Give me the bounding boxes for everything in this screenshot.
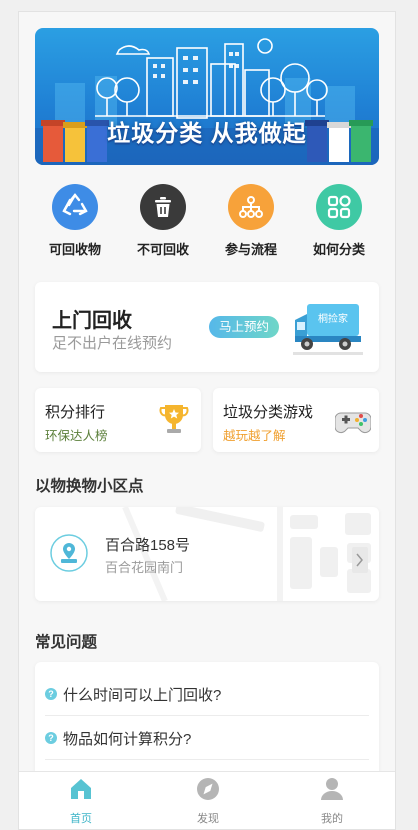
exchange-address: 百合路158号 — [105, 537, 191, 554]
door-pickup-card[interactable]: 上门回收 足不出户在线预约 马上预约 桐捡家 — [35, 282, 379, 372]
category-non-recyclable[interactable]: 不可回收 — [123, 184, 203, 258]
pickup-subtitle: 足不出户在线预约 — [52, 335, 173, 352]
category-process[interactable]: 参与流程 — [211, 184, 291, 258]
category-label: 参与流程 — [224, 242, 277, 257]
sorting-game-card[interactable]: 垃圾分类游戏 越玩越了解 — [213, 388, 379, 452]
tab-home[interactable]: 首页 — [41, 776, 121, 826]
game-title: 垃圾分类游戏 — [223, 404, 314, 421]
game-subtitle: 越玩越了解 — [223, 429, 286, 443]
faq-question: 物品如何计算积分? — [63, 731, 192, 748]
question-icon: ? — [45, 732, 57, 744]
tab-discover[interactable]: 发现 — [168, 776, 248, 826]
category-label: 可回收物 — [48, 242, 101, 257]
tab-label: 我的 — [321, 813, 343, 825]
exchange-point-card[interactable]: 百合路158号 百合花园南门 — [35, 507, 379, 601]
category-shortcuts: 可回收物 不可回收 参与流程 如何分类 — [35, 184, 379, 264]
points-subtitle: 环保达人榜 — [45, 429, 108, 443]
flowchart-icon — [228, 184, 274, 230]
category-how-to-sort[interactable]: 如何分类 — [299, 184, 379, 258]
tab-label: 发现 — [197, 813, 219, 825]
category-recyclable[interactable]: 可回收物 — [35, 184, 115, 258]
category-label: 如何分类 — [312, 242, 365, 257]
banner-title: 垃圾分类 从我做起 — [107, 120, 307, 146]
app-screen: 垃圾分类 从我做起 可回收物 不可回收 参与流程 如何分类 上门回收 足不出户在… — [18, 11, 396, 830]
points-title: 积分排行 — [45, 404, 106, 421]
exchange-place: 百合花园南门 — [105, 560, 184, 575]
hero-banner[interactable]: 垃圾分类 从我做起 — [35, 28, 379, 165]
location-pin-icon — [50, 534, 88, 572]
truck-label: 桐捡家 — [318, 312, 348, 325]
book-now-button[interactable]: 马上预约 — [209, 316, 279, 338]
bottom-tab-bar: 首页 发现 我的 — [19, 771, 395, 829]
truck-icon: 桐捡家 — [293, 304, 363, 355]
grid-icon — [316, 184, 362, 230]
gamepad-icon — [335, 412, 371, 434]
user-icon — [321, 778, 343, 800]
compass-icon — [197, 778, 219, 800]
exchange-section-title: 以物换物小区点 — [35, 478, 144, 495]
home-icon — [71, 779, 91, 799]
pickup-title: 上门回收 — [52, 310, 132, 332]
trash-can-icon — [140, 184, 186, 230]
faq-item[interactable]: ? 物品如何计算积分? — [45, 716, 369, 760]
faq-question: 什么时间可以上门回收? — [63, 687, 222, 704]
recycle-icon — [52, 184, 98, 230]
tab-profile[interactable]: 我的 — [292, 776, 372, 826]
category-label: 不可回收 — [136, 242, 189, 257]
tab-label: 首页 — [70, 813, 92, 825]
faq-section-title: 常见问题 — [35, 634, 98, 651]
faq-item[interactable]: ? 什么时间可以上门回收? — [45, 672, 369, 716]
points-ranking-card[interactable]: 积分排行 环保达人榜 — [35, 388, 201, 452]
question-icon: ? — [45, 688, 57, 700]
trophy-icon — [159, 405, 189, 433]
